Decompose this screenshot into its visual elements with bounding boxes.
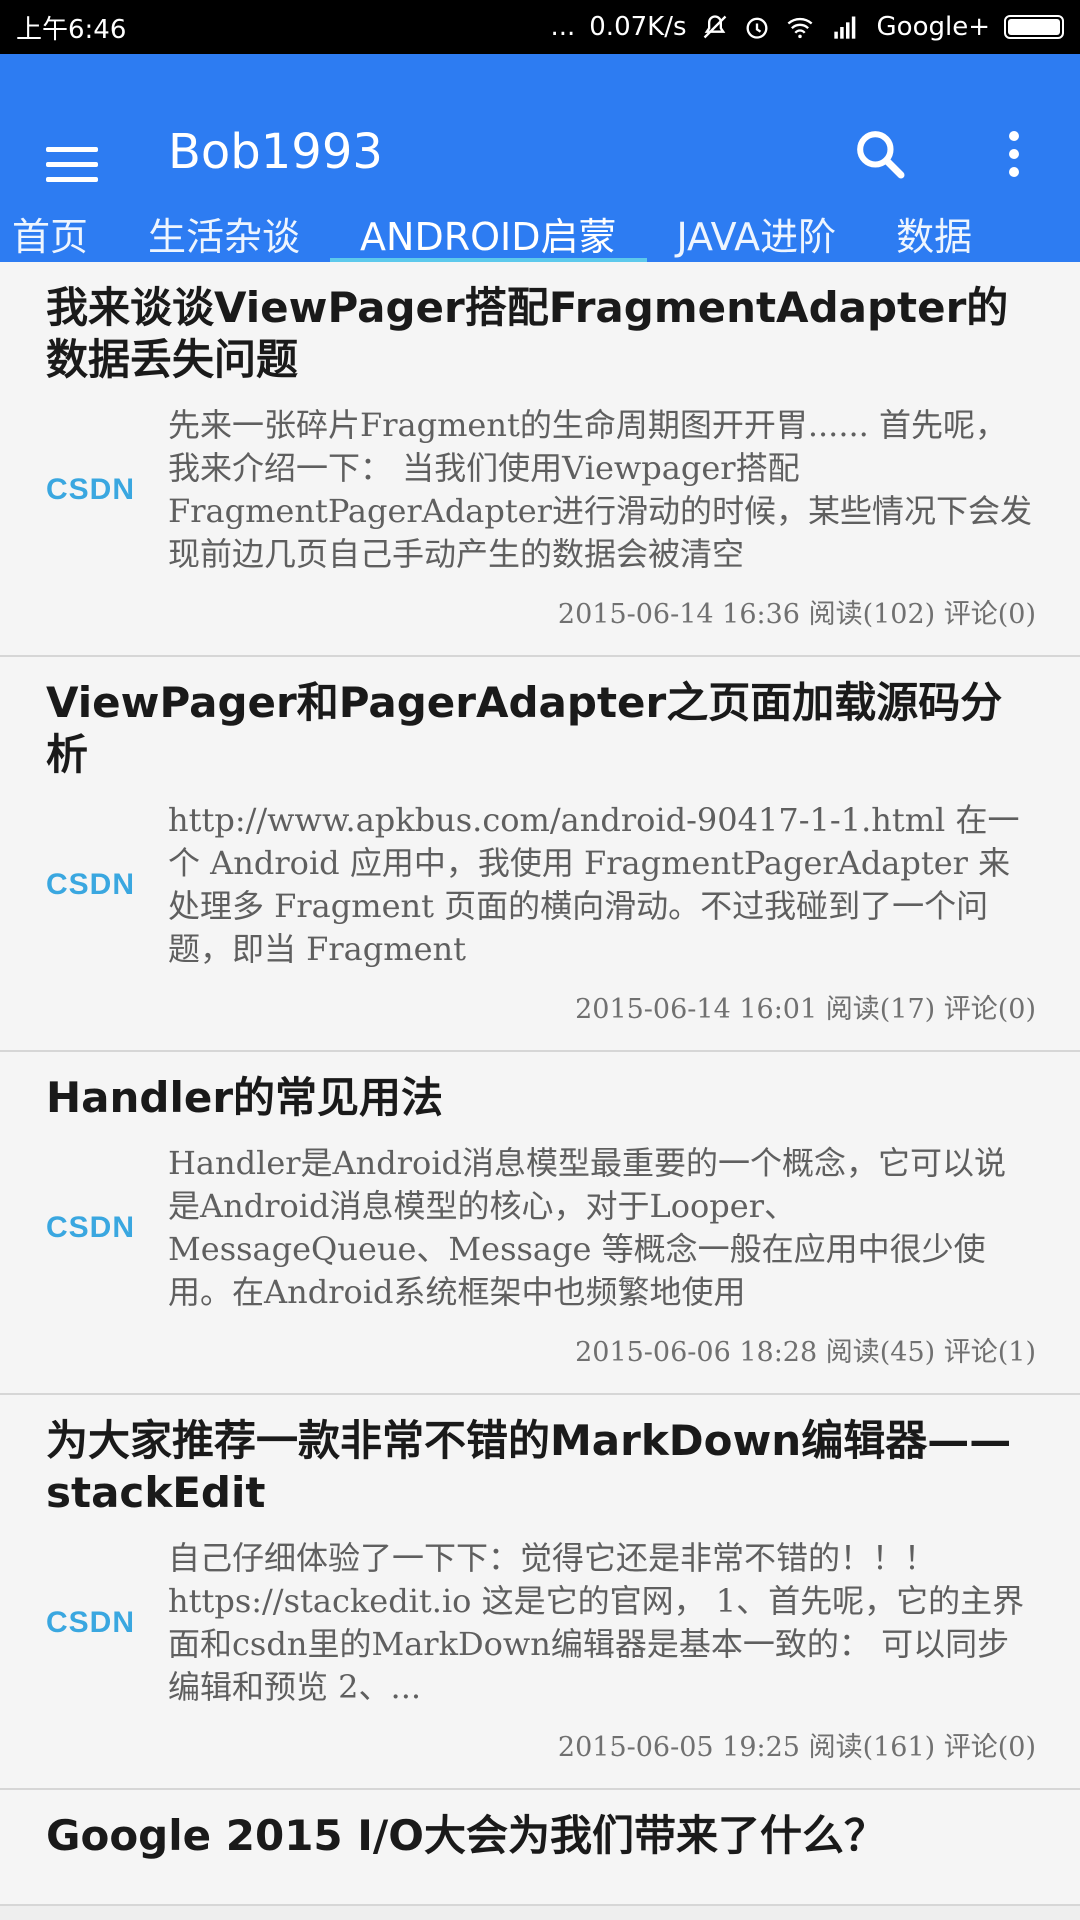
status-bar: 上午6:46 ... 0.07K/s Google+ [0, 0, 1080, 54]
article-summary: 先来一张碎片Fragment的生命周期图开开胃...... 首先呢，我来介绍一下… [168, 406, 1032, 573]
status-time: 上午6:46 [16, 14, 127, 45]
article-title: 为大家推荐一款非常不错的MarkDown编辑器——stackEdit [46, 1416, 1012, 1517]
article-title: Google 2015 I/O大会为我们带来了什么？ [46, 1811, 886, 1860]
tab-android[interactable]: ANDROID启蒙 [330, 204, 647, 262]
tab-life[interactable]: 生活杂谈 [118, 204, 330, 262]
app-bar: Bob1993 首页 生活杂谈 ANDROID启蒙 JAVA进阶 数据 [0, 54, 1080, 262]
csdn-logo: CSDN [46, 868, 136, 901]
more-options-icon[interactable] [1000, 126, 1028, 182]
signal-icon [833, 16, 855, 39]
tab-data[interactable]: 数据 [866, 204, 1002, 262]
article-summary: http://www.apkbus.com/android-90417-1-1.… [168, 801, 1020, 968]
csdn-logo: CSDN [46, 1211, 136, 1244]
article-item[interactable]: 我来谈谈ViewPager搭配FragmentAdapter的数据丢失问题 CS… [0, 262, 1080, 657]
network-speed: 0.07K/s [589, 12, 687, 42]
more-dots: ... [550, 12, 576, 42]
csdn-logo: CSDN [46, 1606, 136, 1639]
tab-home[interactable]: 首页 [0, 204, 118, 262]
article-body: CSDN 先来一张碎片Fragment的生命周期图开开胃...... 首先呢，我… [46, 404, 1036, 576]
article-meta: 2015-06-14 16:36 阅读(102) 评论(0) [557, 599, 1036, 630]
toolbar: Bob1993 [0, 54, 1080, 204]
article-body: CSDN http://www.apkbus.com/android-90417… [46, 799, 1036, 971]
battery-icon [1004, 15, 1064, 39]
article-item[interactable]: Handler的常见用法 CSDN Handler是Android消息模型最重要… [0, 1052, 1080, 1395]
article-summary: Handler是Android消息模型最重要的一个概念，它可以说是Android… [168, 1144, 1007, 1311]
article-item[interactable]: 为大家推荐一款非常不错的MarkDown编辑器——stackEdit CSDN … [0, 1395, 1080, 1790]
carrier-name: Google+ [876, 12, 990, 42]
tab-bar: 首页 生活杂谈 ANDROID启蒙 JAVA进阶 数据 [0, 204, 1080, 262]
article-list: 我来谈谈ViewPager搭配FragmentAdapter的数据丢失问题 CS… [0, 262, 1080, 1906]
article-body: CSDN Handler是Android消息模型最重要的一个概念，它可以说是An… [46, 1142, 1036, 1314]
article-title: Handler的常见用法 [46, 1073, 444, 1122]
wifi-icon [787, 17, 812, 39]
article-meta: 2015-06-06 18:28 阅读(45) 评论(1) [575, 1337, 1036, 1368]
search-icon[interactable] [852, 126, 908, 182]
article-body: CSDN 自己仔细体验了一下下：觉得它还是非常不错的！！！ https://st… [46, 1537, 1036, 1709]
menu-icon[interactable] [46, 136, 102, 192]
mute-icon [703, 15, 726, 39]
article-item[interactable]: ViewPager和PagerAdapter之页面加载源码分析 CSDN htt… [0, 657, 1080, 1052]
csdn-logo: CSDN [46, 473, 136, 506]
article-meta: 2015-06-14 16:01 阅读(17) 评论(0) [575, 994, 1036, 1025]
article-title: 我来谈谈ViewPager搭配FragmentAdapter的数据丢失问题 [46, 283, 1009, 384]
article-title: ViewPager和PagerAdapter之页面加载源码分析 [46, 678, 1003, 779]
article-meta: 2015-06-05 19:25 阅读(161) 评论(0) [557, 1732, 1036, 1763]
page-title: Bob1993 [168, 124, 383, 180]
article-summary: 自己仔细体验了一下下：觉得它还是非常不错的！！！ https://stacked… [168, 1539, 1025, 1706]
alarm-icon [746, 17, 768, 39]
status-icons: ... 0.07K/s Google+ [550, 12, 1064, 42]
tab-java[interactable]: JAVA进阶 [647, 204, 867, 262]
article-item[interactable]: Google 2015 I/O大会为我们带来了什么？ [0, 1790, 1080, 1906]
